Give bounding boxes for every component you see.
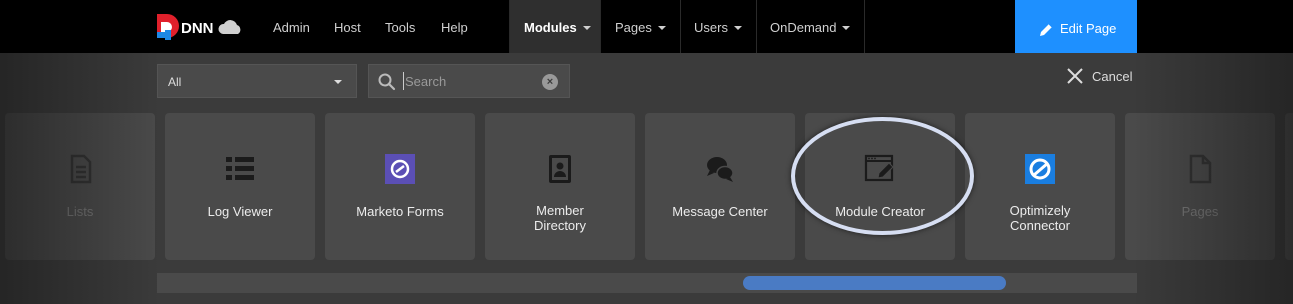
nav-admin-label: Admin — [273, 20, 310, 35]
nav-host-label: Host — [334, 20, 361, 35]
nav-divider — [864, 0, 865, 53]
control-bar: DNN Admin Host Tools Help Modules Pages … — [0, 0, 1293, 53]
module-name: Optimizely Connector — [1009, 203, 1071, 233]
nav-help[interactable]: Help — [441, 0, 468, 53]
module-name: Marketo Forms — [356, 204, 444, 219]
cancel-button[interactable]: Cancel — [1066, 66, 1136, 88]
chat-bubbles-icon — [707, 157, 734, 182]
nav-help-label: Help — [441, 20, 468, 35]
edit-page-label: Edit Page — [1060, 21, 1117, 36]
module-card-optimizely-connector[interactable]: Optimizely Connector — [965, 113, 1115, 260]
page-icon — [1189, 154, 1212, 184]
menu-modules-label: Modules — [524, 20, 577, 35]
log-list-icon — [226, 157, 254, 180]
chevron-down-icon — [657, 25, 666, 30]
module-name: Log Viewer — [207, 204, 273, 219]
module-card-partial — [1285, 113, 1293, 260]
module-name: Member Directory — [533, 203, 586, 233]
edit-page-button[interactable]: Edit Page — [1015, 0, 1137, 53]
nav-host[interactable]: Host — [334, 0, 361, 53]
optimizely-icon — [1025, 154, 1055, 184]
chevron-down-icon — [582, 25, 591, 30]
menu-pages-label: Pages — [615, 20, 652, 35]
clear-search-icon[interactable]: × — [542, 74, 558, 90]
module-name: Lists — [66, 204, 94, 219]
chevron-down-icon — [334, 80, 342, 84]
pencil-icon — [1040, 23, 1053, 36]
category-select[interactable]: All — [157, 64, 357, 98]
carousel-scrollbar-thumb[interactable] — [743, 276, 1006, 290]
marketo-icon — [385, 154, 415, 184]
contact-book-icon — [549, 155, 571, 183]
chevron-down-icon — [842, 25, 851, 30]
module-card-marketo-forms[interactable]: Marketo Forms — [325, 113, 475, 260]
nav-tools[interactable]: Tools — [385, 0, 415, 53]
highlight-circle — [791, 117, 974, 235]
module-card-message-center[interactable]: Message Center — [645, 113, 795, 260]
list-document-icon — [70, 154, 92, 184]
module-card-member-directory[interactable]: Member Directory — [485, 113, 635, 260]
search-input[interactable] — [403, 72, 533, 90]
menu-users[interactable]: Users — [681, 0, 756, 53]
nav-tools-label: Tools — [385, 20, 416, 35]
module-card-log-viewer[interactable]: Log Viewer — [165, 113, 315, 260]
menu-users-label: Users — [694, 20, 728, 35]
menu-ondemand-label: OnDemand — [770, 20, 837, 35]
module-card-pages[interactable]: Pages — [1125, 113, 1275, 260]
close-icon — [1067, 68, 1083, 84]
logo-text: DNN — [181, 20, 214, 37]
search-icon — [378, 73, 396, 91]
chevron-down-icon — [733, 25, 742, 30]
nav-admin[interactable]: Admin — [273, 0, 310, 53]
module-name: Message Center — [672, 204, 768, 219]
search-box: × — [368, 64, 570, 98]
module-name: Pages — [1181, 204, 1219, 219]
menu-pages[interactable]: Pages — [601, 0, 680, 53]
dnn-logo[interactable]: DNN — [155, 12, 247, 42]
category-select-value: All — [168, 75, 182, 89]
module-card-lists[interactable]: Lists — [5, 113, 155, 260]
cancel-label: Cancel — [1092, 69, 1133, 84]
menu-ondemand[interactable]: OnDemand — [757, 0, 864, 53]
menu-modules[interactable]: Modules — [510, 0, 600, 53]
